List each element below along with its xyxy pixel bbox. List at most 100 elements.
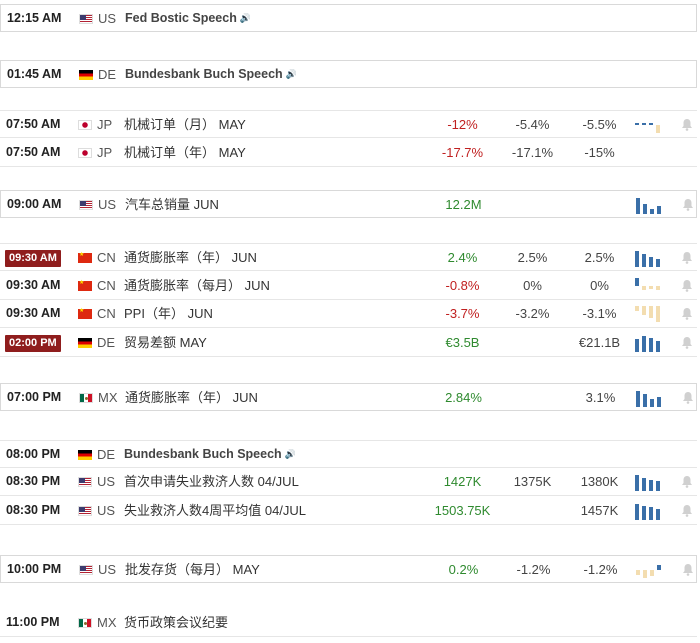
- event-name[interactable]: 批发存货（每月） MAY: [125, 556, 260, 583]
- sparkline-chart[interactable]: [635, 305, 667, 323]
- calendar-row[interactable]: 12:15 AM US Fed Bostic Speech 🔊: [0, 4, 697, 32]
- event-name[interactable]: 货币政策会议纪要: [124, 609, 228, 636]
- sparkline-chart[interactable]: [636, 389, 668, 407]
- calendar-row[interactable]: 09:00 AM US 汽车总销量 JUN 12.2M: [0, 190, 697, 218]
- actual-value: [425, 609, 500, 636]
- event-time: 01:45 AM: [7, 67, 62, 81]
- sparkline-bar: [650, 209, 654, 214]
- bell-icon[interactable]: [681, 336, 693, 349]
- sparkline-bar: [656, 509, 660, 520]
- event-time: 07:00 PM: [7, 390, 62, 404]
- previous-value: 2.5%: [584, 250, 615, 265]
- flag-us-icon: [79, 14, 93, 24]
- event-name-text: 货币政策会议纪要: [124, 615, 229, 630]
- forecast-value: -5.4%: [515, 117, 550, 132]
- forecast-value: [495, 441, 570, 468]
- forecast-value: [496, 191, 571, 218]
- calendar-row[interactable]: 09:30 AM CN PPI（年） JUN -3.7% -3.2% -3.1%: [0, 300, 697, 328]
- previous-value: -3.1%: [582, 306, 617, 321]
- event-name[interactable]: PPI（年） JUN: [124, 300, 213, 327]
- country-code: JP: [97, 117, 113, 132]
- economic-calendar: 12:15 AM US Fed Bostic Speech 🔊 01:45 AM DE Bu…: [0, 0, 700, 643]
- forecast-value: [495, 497, 570, 524]
- calendar-row[interactable]: 08:30 PM US 失业救济人数4周平均值 04/JUL 1503.75K 1457…: [0, 497, 697, 525]
- event-name-text: 贸易差额 MAY: [124, 335, 207, 350]
- sparkline-bar: [636, 391, 640, 407]
- event-time: 08:00 PM: [6, 447, 61, 461]
- sparkline-bar: [656, 125, 660, 133]
- event-name[interactable]: 通货膨胀率（年） JUN: [124, 244, 257, 271]
- calendar-row[interactable]: 08:00 PM DE Bundesbank Buch Speech 🔊: [0, 440, 697, 468]
- calendar-row[interactable]: 08:30 PM US 首次申请失业救济人数 04/JUL 1427K 1375K 138…: [0, 468, 697, 496]
- sparkline-chart[interactable]: [635, 334, 667, 352]
- event-name[interactable]: 通货膨胀率（每月） JUN: [124, 272, 270, 299]
- forecast-value: [496, 5, 571, 32]
- event-name[interactable]: 汽车总销量 JUN: [125, 191, 219, 218]
- sparkline-bar: [635, 278, 639, 286]
- event-name-text: Fed Bostic Speech: [125, 11, 237, 25]
- sparkline-chart[interactable]: [635, 277, 667, 295]
- sparkline-chart[interactable]: [636, 196, 668, 214]
- calendar-row[interactable]: 01:45 AM DE Bundesbank Buch Speech 🔊: [0, 60, 697, 88]
- bell-icon[interactable]: [681, 307, 693, 320]
- actual-value: [426, 61, 501, 88]
- event-time: 09:30 AM: [5, 250, 61, 267]
- calendar-row[interactable]: 07:50 AM JP 机械订单（年） MAY -17.7% -17.1% -15%: [0, 139, 697, 167]
- flag-cn-icon: [78, 306, 92, 319]
- event-name[interactable]: 机械订单（年） MAY: [124, 139, 246, 166]
- bell-icon[interactable]: [682, 563, 694, 576]
- event-time: 10:00 PM: [7, 562, 62, 576]
- previous-value: €21.1B: [578, 335, 621, 350]
- bell-icon[interactable]: [681, 279, 693, 292]
- sparkline-bar: [642, 306, 646, 315]
- actual-value: [425, 441, 500, 468]
- bell-icon[interactable]: [681, 251, 693, 264]
- event-name[interactable]: 贸易差额 MAY: [124, 329, 207, 356]
- sparkline-bar: [656, 259, 660, 267]
- forecast-value: 2.5%: [517, 250, 548, 265]
- event-name[interactable]: 首次申请失业救济人数 04/JUL: [124, 468, 299, 495]
- sparkline-bar: [635, 339, 639, 352]
- event-name[interactable]: Fed Bostic Speech 🔊: [125, 5, 251, 32]
- event-time: 08:30 PM: [6, 503, 61, 517]
- event-name[interactable]: 机械订单（月） MAY: [124, 111, 246, 138]
- previous-value: 1380K: [580, 474, 619, 489]
- bell-icon[interactable]: [682, 198, 694, 211]
- bell-icon[interactable]: [681, 504, 693, 517]
- calendar-row[interactable]: 09:30 AM CN 通货膨胀率（每月） JUN -0.8% 0% 0%: [0, 272, 697, 300]
- calendar-row[interactable]: 07:00 PM MX 通货膨胀率（年） JUN 2.84% 3.1%: [0, 383, 697, 411]
- event-name-text: 通货膨胀率（每月） JUN: [124, 278, 270, 293]
- sparkline-chart[interactable]: [635, 502, 667, 520]
- event-time: 02:00 PM: [5, 335, 61, 352]
- previous-value: [562, 441, 637, 468]
- sparkline-bar: [657, 206, 661, 214]
- sparkline-chart[interactable]: [635, 249, 667, 267]
- event-name-text: 批发存货（每月） MAY: [125, 562, 260, 577]
- sparkline-bar: [656, 286, 660, 290]
- calendar-row[interactable]: 11:00 PM MX 货币政策会议纪要: [0, 609, 697, 637]
- calendar-row[interactable]: 09:30 AM CN 通货膨胀率（年） JUN 2.4% 2.5% 2.5%: [0, 243, 697, 271]
- event-name[interactable]: 通货膨胀率（年） JUN: [125, 384, 258, 411]
- forecast-value: [495, 329, 570, 356]
- calendar-row[interactable]: 07:50 AM JP 机械订单（月） MAY -12% -5.4% -5.5%: [0, 110, 697, 138]
- bell-icon[interactable]: [681, 118, 693, 131]
- forecast-value: 0%: [523, 278, 542, 293]
- speaker-icon: 🔊: [285, 69, 297, 79]
- calendar-row[interactable]: 10:00 PM US 批发存货（每月） MAY 0.2% -1.2% -1.2%: [0, 555, 697, 583]
- event-name[interactable]: 失业救济人数4周平均值 04/JUL: [124, 497, 306, 524]
- flag-cn-icon: [78, 278, 92, 291]
- event-name[interactable]: Bundesbank Buch Speech 🔊: [124, 441, 296, 468]
- event-name[interactable]: Bundesbank Buch Speech 🔊: [125, 61, 297, 88]
- actual-value: €3.5B: [445, 335, 480, 350]
- sparkline-bar: [636, 570, 640, 575]
- bell-icon[interactable]: [682, 391, 694, 404]
- calendar-row[interactable]: 02:00 PM DE 贸易差额 MAY €3.5B €21.1B: [0, 329, 697, 357]
- bell-icon[interactable]: [681, 475, 693, 488]
- sparkline-chart[interactable]: [635, 116, 667, 134]
- sparkline-chart[interactable]: [636, 561, 668, 579]
- country-code: MX: [98, 390, 118, 405]
- event-time: 07:50 AM: [6, 117, 61, 131]
- flag-us-icon: [79, 200, 93, 210]
- sparkline-chart[interactable]: [635, 473, 667, 491]
- sparkline-bar: [650, 570, 654, 576]
